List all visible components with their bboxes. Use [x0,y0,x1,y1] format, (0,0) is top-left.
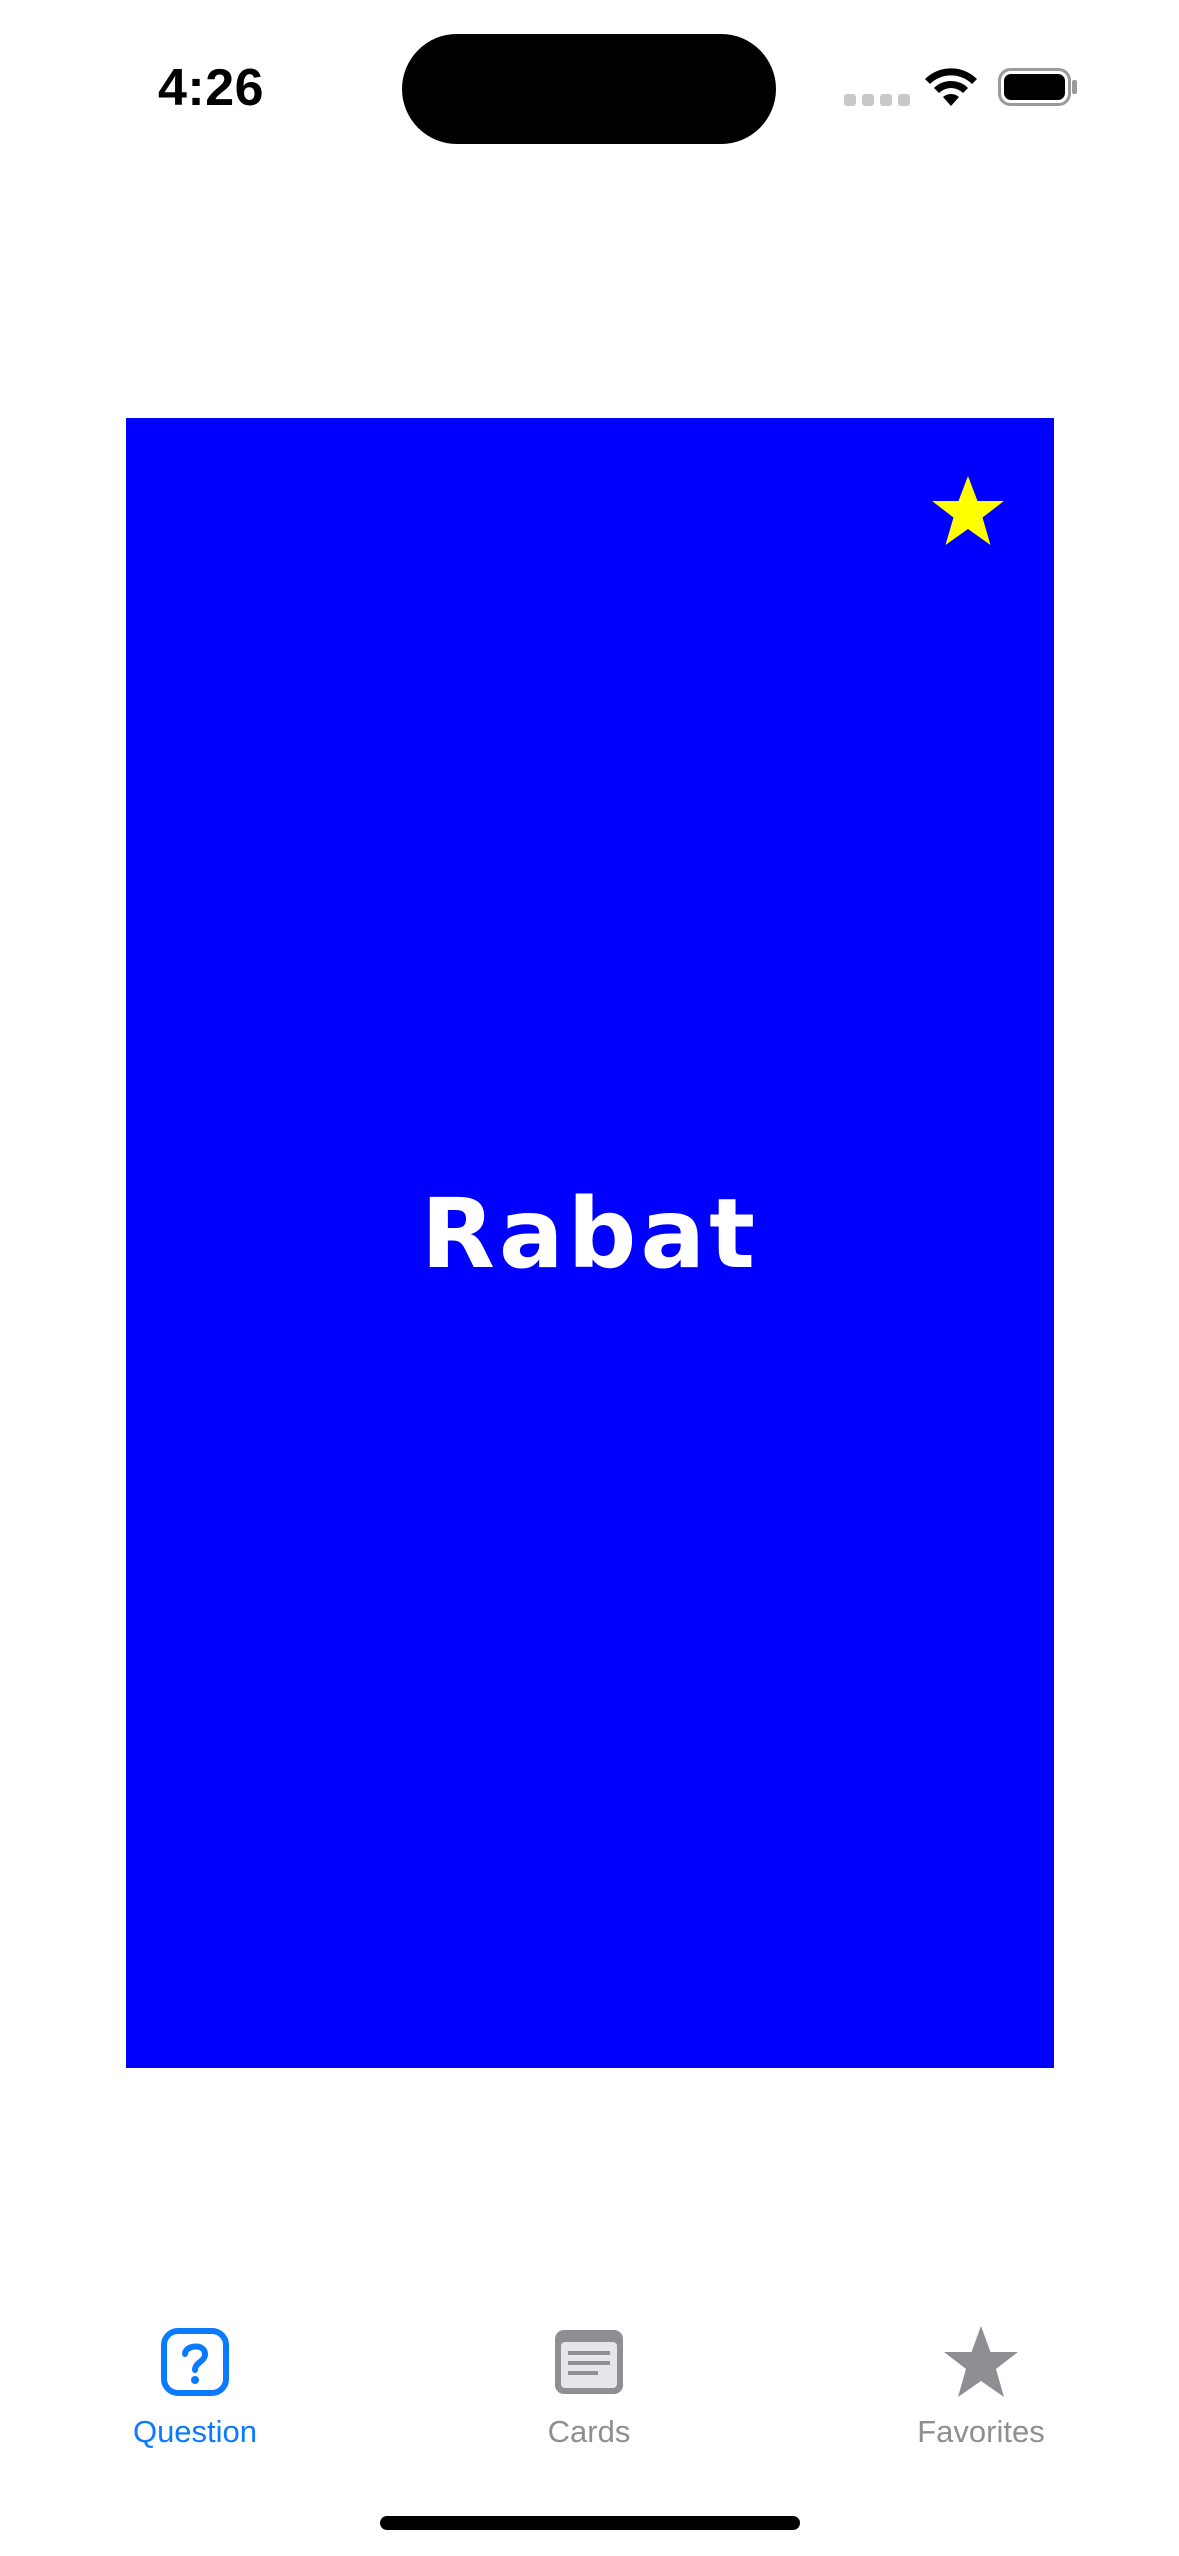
home-indicator[interactable] [380,2516,800,2530]
tab-cards[interactable]: Cards [469,2310,709,2460]
question-square-icon [161,2328,229,2396]
tab-favorites[interactable]: Favorites [861,2310,1101,2460]
dynamic-island [402,34,776,144]
tab-bar: Question Cards Favorites [0,2310,1179,2470]
tab-cards-label: Cards [547,2414,631,2449]
app-screen: 4:26 Rabat Question Cards Favorites [0,0,1179,2556]
tab-question[interactable]: Question [75,2310,315,2460]
card-word: Rabat [420,1178,760,1290]
list-card-icon [555,2330,623,2394]
star-icon [944,2326,1018,2397]
tab-favorites-label: Favorites [917,2414,1045,2449]
flash-card[interactable]: Rabat [126,418,1054,2068]
battery-icon [998,68,1077,106]
cellular-signal-icon [844,94,910,106]
wifi-icon [925,68,977,106]
status-time: 4:26 [158,59,265,117]
tab-question-label: Question [132,2414,258,2449]
favorite-star-icon[interactable] [930,474,1006,548]
